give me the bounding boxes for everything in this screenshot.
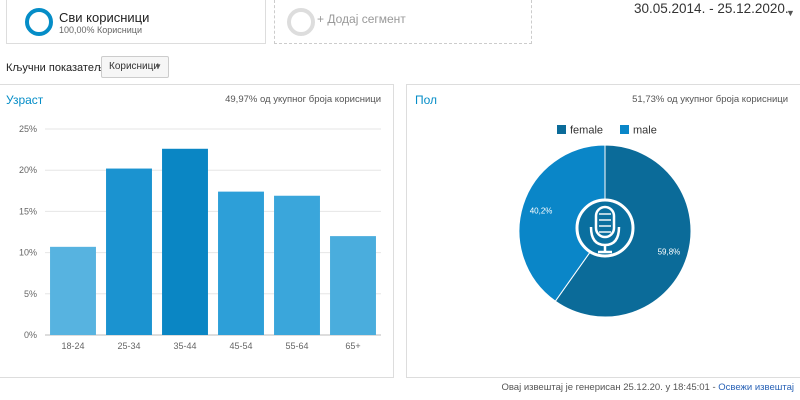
segment-ring-icon (25, 8, 53, 36)
key-metric-dropdown[interactable]: Корисници ▼ (101, 56, 169, 78)
y-tick-label: 0% (24, 330, 37, 340)
bar-45-54 (218, 191, 264, 335)
report-footer: Овај извештај је генерисан 25.12.20. у 1… (0, 382, 794, 393)
pie-value-label: 59,8% (658, 247, 681, 256)
legend-label-male: male (633, 125, 657, 137)
legend-label-female: female (570, 125, 603, 137)
key-metric-label: Кључни показатељ: (6, 62, 107, 74)
segment-subtitle: 100,00% Корисници (59, 25, 142, 35)
empty-segment-ring-icon (287, 8, 315, 36)
x-tick-label: 18-24 (61, 341, 84, 351)
gender-panel: Пол 51,73% од укупног броја корисници fe… (406, 84, 800, 378)
bar-25-34 (106, 168, 152, 335)
y-tick-label: 25% (19, 124, 37, 134)
legend-swatch-female (557, 125, 566, 134)
bar-18-24 (50, 246, 96, 335)
chevron-down-icon[interactable]: ▼ (786, 8, 795, 18)
x-tick-label: 45-54 (229, 341, 252, 351)
add-segment-button[interactable]: + Додај сегмент (274, 0, 532, 44)
age-bar-chart: 0% 5% 10% 15% 20% 25% 18-24 25-34 35-44 45-54 55-6… (19, 124, 381, 351)
segment-all-users[interactable]: Сви корисници 100,00% Корисници (6, 0, 266, 44)
pie-value-label: 40,2% (530, 207, 553, 216)
key-metric-value: Корисници (109, 61, 159, 72)
legend-swatch-male (620, 125, 629, 134)
refresh-report-link[interactable]: Освежи извештај (718, 382, 794, 393)
x-tick-label: 65+ (345, 341, 360, 351)
bar-55-64 (274, 195, 320, 335)
y-tick-label: 20% (19, 165, 37, 175)
segment-title: Сви корисници (59, 10, 150, 25)
add-segment-label: + Додај сегмент (317, 12, 406, 26)
x-tick-label: 35-44 (173, 341, 196, 351)
y-tick-label: 5% (24, 289, 37, 299)
date-range-picker[interactable]: 30.05.2014. - 25.12.2020. (634, 1, 789, 16)
microphone-logo-icon (575, 198, 635, 258)
y-tick-label: 10% (19, 248, 37, 258)
age-panel: Узраст 49,97% од укупног броја корисници… (0, 84, 394, 378)
bar-35-44 (162, 148, 208, 335)
y-tick-label: 15% (19, 206, 37, 216)
x-tick-label: 25-34 (117, 341, 140, 351)
gender-pie-chart: female male 59,8% 40,2% (518, 125, 692, 318)
dropdown-caret-icon: ▼ (154, 62, 162, 71)
x-tick-label: 55-64 (285, 341, 308, 351)
footer-text: Овај извештај је генерисан 25.12.20. у 1… (501, 382, 719, 393)
bar-65+ (330, 236, 376, 335)
